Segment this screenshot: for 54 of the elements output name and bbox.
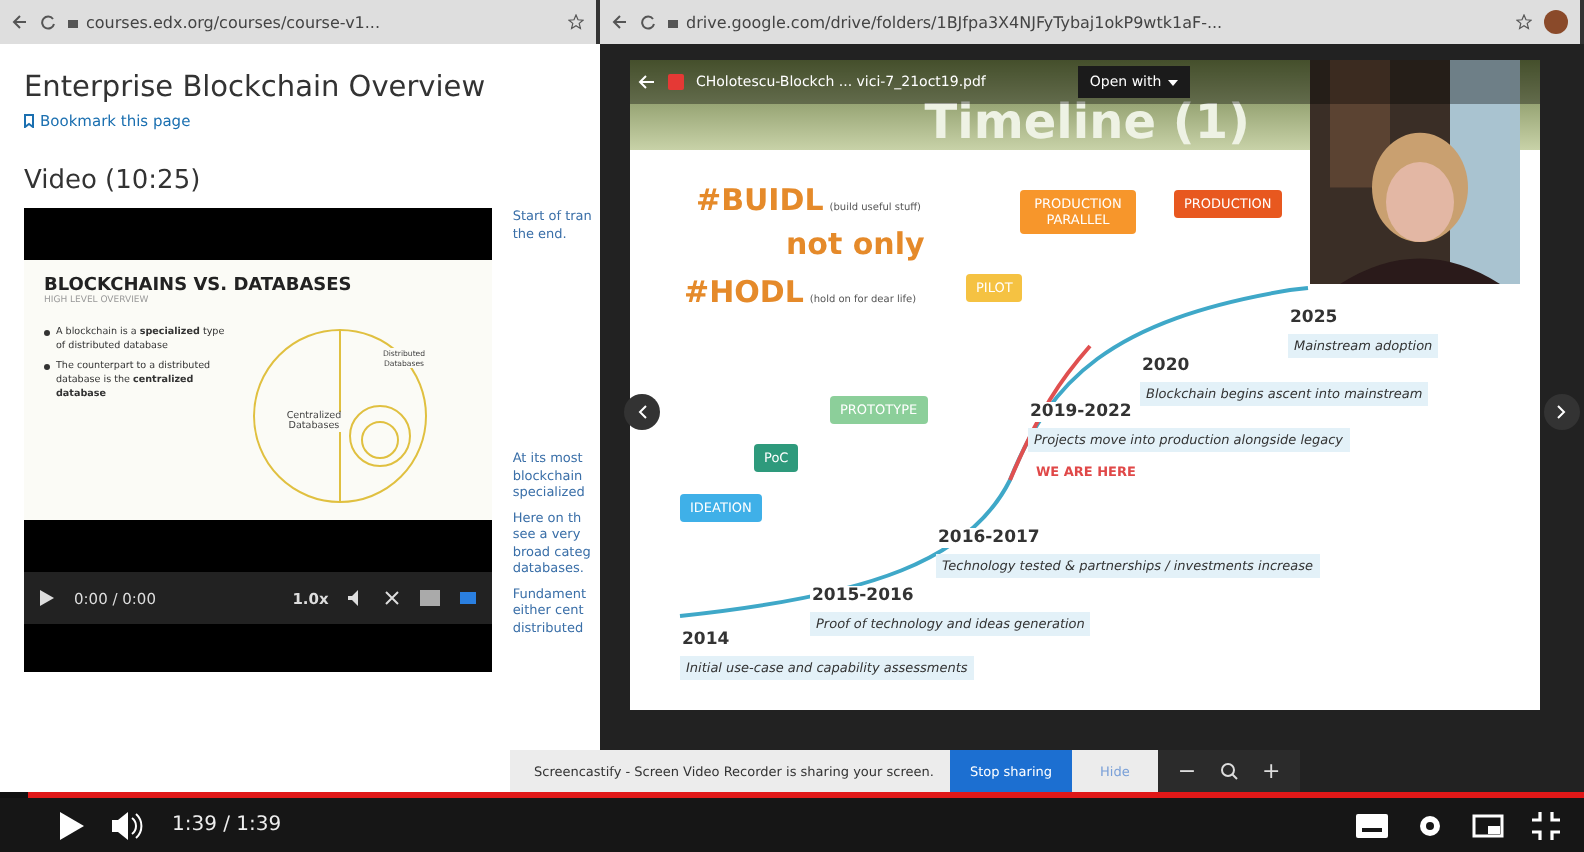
miniplayer-icon — [1472, 813, 1504, 837]
joiner-text: not only — [786, 224, 925, 262]
pdf-icon — [668, 74, 684, 90]
fullscreen-icon[interactable] — [384, 590, 401, 606]
video-heading: Video (10:25) — [24, 166, 203, 196]
back-icon[interactable] — [612, 14, 628, 30]
back-icon[interactable] — [12, 14, 28, 30]
chevron-right-icon — [1556, 404, 1568, 420]
video-player[interactable] — [24, 208, 493, 672]
previous-button[interactable] — [624, 394, 660, 430]
volume-button[interactable] — [112, 811, 144, 839]
subtitles-button[interactable] — [1356, 813, 1388, 837]
player-time: 1:39 / 1:39 — [172, 814, 282, 836]
page-title: Enterprise Blockchain Overview — [24, 72, 488, 104]
slide-title: BLOCKCHAINS VS. DATABASES — [44, 276, 354, 296]
chevron-left-icon — [636, 404, 648, 420]
refresh-icon[interactable] — [40, 14, 56, 30]
milestone-year: 2020 — [1140, 356, 1192, 376]
search-icon[interactable] — [1220, 762, 1239, 780]
slide-title: Timeline (1) — [924, 94, 1250, 150]
refresh-icon[interactable] — [640, 14, 656, 30]
milestone-year: 2014 — [680, 630, 732, 650]
volume-icon — [112, 811, 144, 839]
milestone-year: 2025 — [1288, 308, 1340, 328]
exit-fullscreen-button[interactable] — [1532, 811, 1560, 839]
milestone-year: 2016-2017 — [936, 528, 1042, 548]
lock-icon — [668, 16, 678, 28]
bullet-icon — [44, 330, 50, 336]
lock-icon — [68, 16, 78, 28]
play-button[interactable] — [60, 811, 84, 839]
hashtag-text: #BUIDL — [696, 182, 824, 218]
url-text[interactable]: drive.google.com/drive/folders/1BJfpa3X4NJFyTybaj1okP9wtk1aF-... — [686, 13, 1223, 31]
star-icon[interactable] — [568, 14, 584, 30]
avatar-icon[interactable] — [1544, 10, 1568, 34]
next-button[interactable] — [1544, 394, 1580, 430]
zoom-in-button[interactable]: + — [1262, 758, 1281, 784]
transcript-icon[interactable] — [420, 590, 441, 606]
settings-button[interactable] — [1416, 811, 1444, 839]
zoom-out-button[interactable]: − — [1177, 758, 1197, 784]
milestone-year: 2019-2022 — [1028, 402, 1134, 422]
captions-icon[interactable] — [460, 592, 477, 604]
play-icon[interactable] — [40, 590, 54, 606]
bookmark-icon — [24, 114, 34, 128]
play-icon — [60, 811, 84, 839]
bullet-icon — [44, 364, 50, 370]
caret-icon — [1167, 79, 1178, 85]
subtitles-icon — [1356, 813, 1388, 837]
milestone-year: 2015-2016 — [810, 586, 916, 606]
miniplayer-button[interactable] — [1472, 813, 1504, 837]
exit-fullscreen-icon — [1532, 811, 1560, 839]
url-text[interactable]: courses.edx.org/courses/course-v1... — [86, 13, 381, 31]
star-icon[interactable] — [1516, 14, 1532, 30]
settings-icon — [1416, 811, 1444, 839]
hashtag-text: #HODL — [684, 274, 804, 310]
